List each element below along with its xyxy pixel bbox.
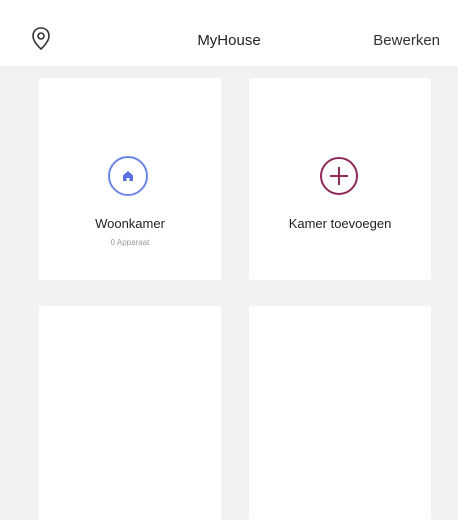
edit-button[interactable]: Bewerken: [373, 32, 440, 49]
top-bar: MyHouse Bewerken: [0, 0, 458, 66]
add-room-card[interactable]: Kamer toevoegen: [249, 78, 431, 280]
device-count: 0 Apparaat: [110, 238, 150, 247]
room-card-woonkamer[interactable]: Woonkamer 0 Apparaat: [39, 78, 221, 280]
empty-card: [249, 306, 431, 520]
room-grid: Woonkamer 0 Apparaat Kamer toevoegen: [0, 66, 458, 520]
home-icon: [108, 156, 148, 196]
room-name: Woonkamer: [95, 216, 165, 231]
add-room-label: Kamer toevoegen: [288, 216, 392, 231]
add-circle-icon: [320, 157, 358, 195]
empty-card: [39, 306, 221, 520]
